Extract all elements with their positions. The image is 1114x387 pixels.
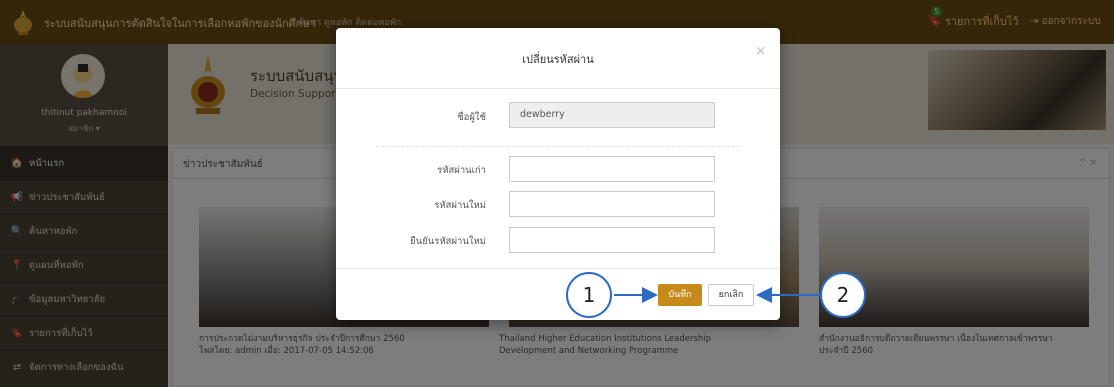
callout-2: 2: [820, 272, 866, 318]
callout-arrows: [614, 287, 820, 303]
callout-1: 1: [566, 272, 612, 318]
